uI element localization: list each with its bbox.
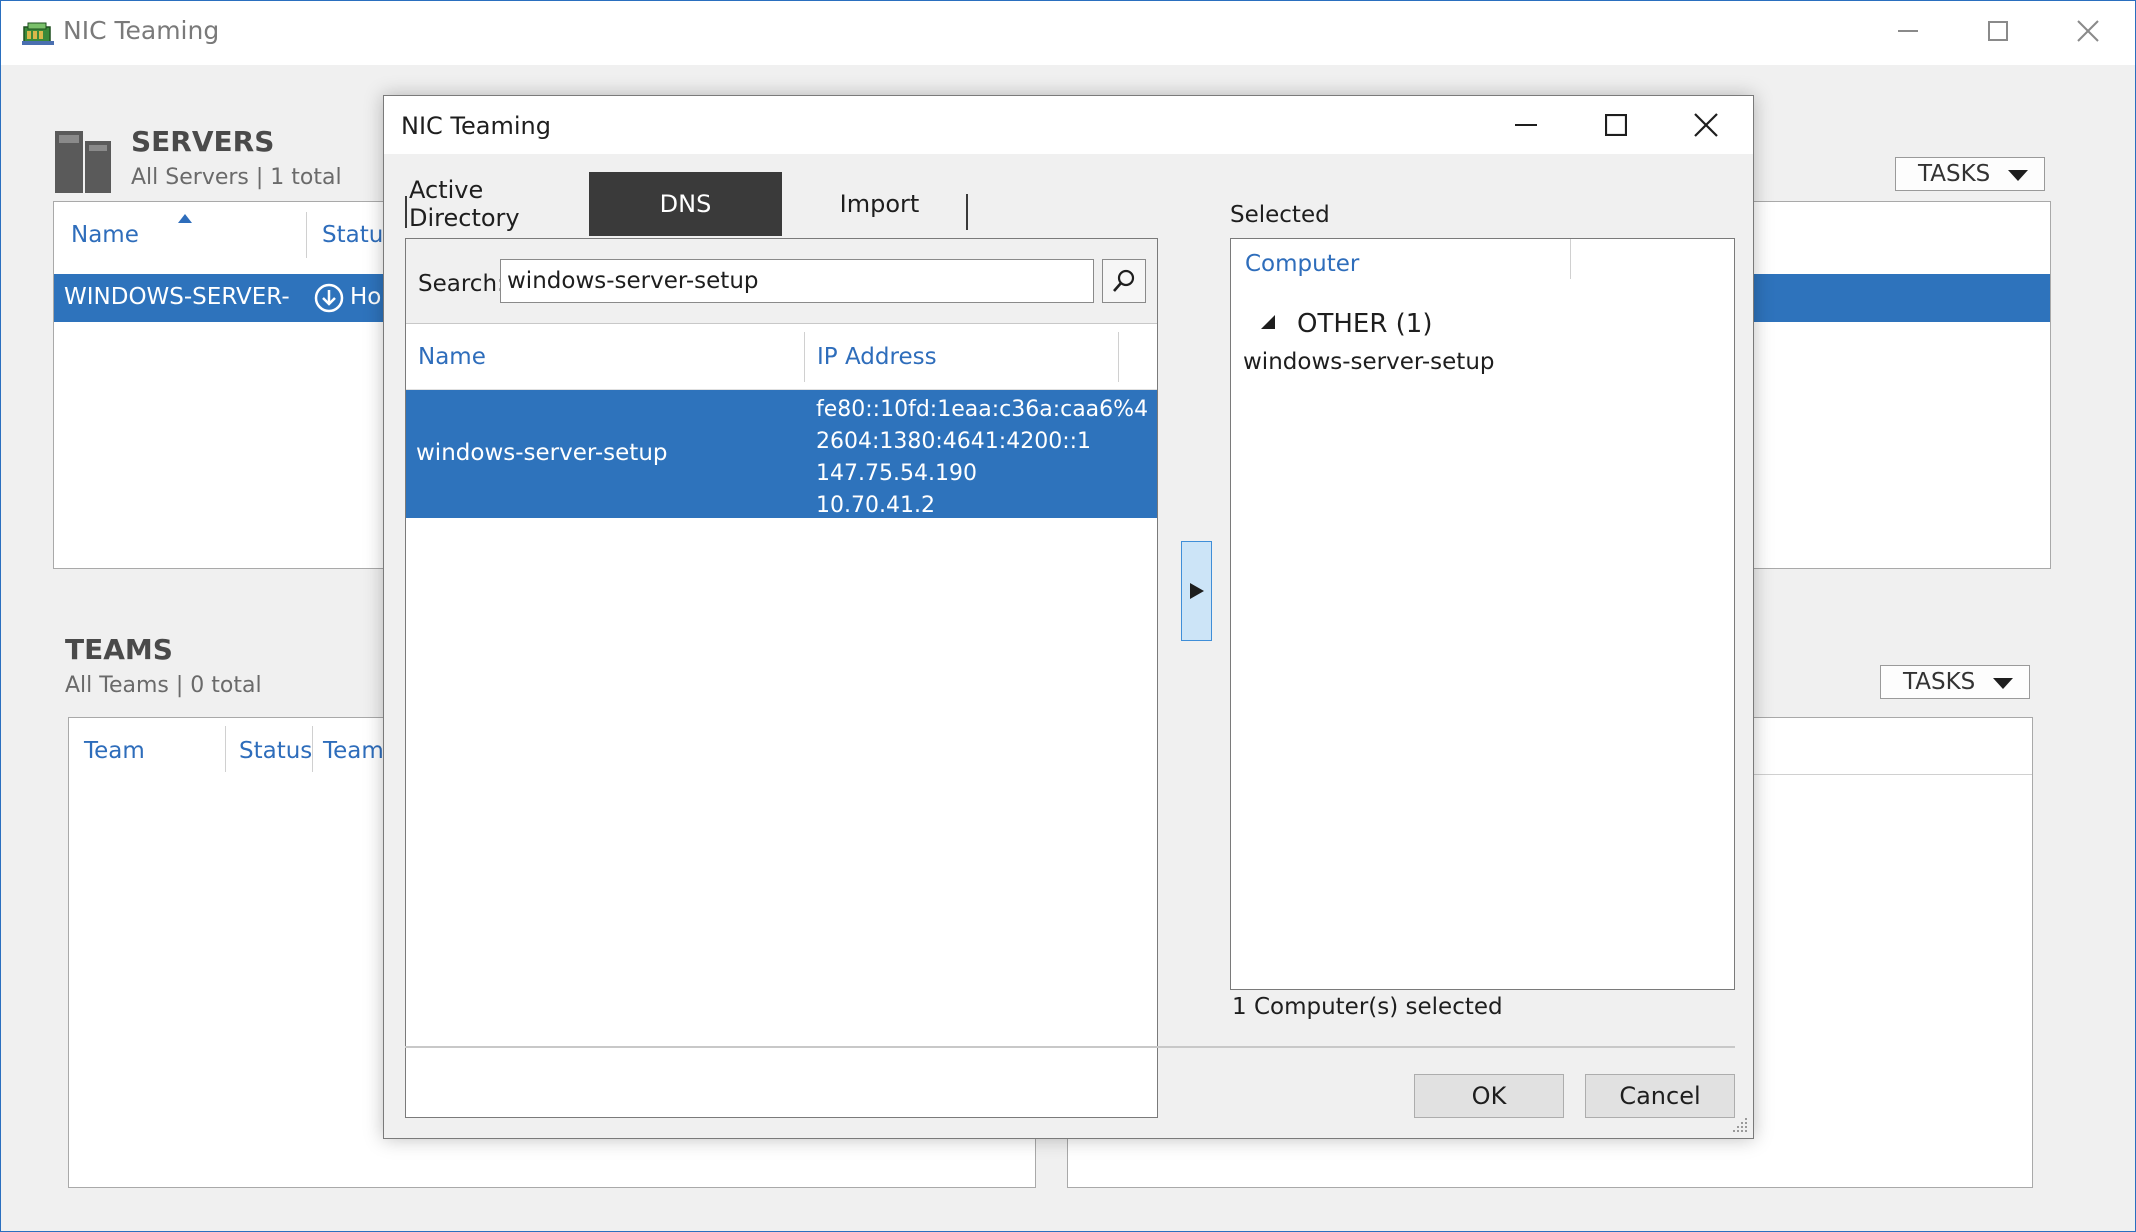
ok-button[interactable]: OK: [1414, 1074, 1564, 1118]
servers-tasks-button[interactable]: TASKS: [1895, 157, 2045, 191]
teams-tasks-button[interactable]: TASKS: [1880, 665, 2030, 699]
close-icon: [1694, 113, 1718, 137]
teams-subtitle: All Teams | 0 total: [65, 673, 262, 698]
chevron-down-icon: [1993, 678, 2013, 689]
dialog-title: NIC Teaming: [401, 112, 551, 140]
sort-ascending-icon: [178, 214, 192, 223]
column-separator: [225, 726, 226, 772]
result-ip: 147.75.54.190: [816, 461, 977, 486]
maximize-button[interactable]: [1953, 1, 2043, 61]
minimize-icon: [1898, 30, 1918, 32]
tasks-label: TASKS: [1903, 669, 1976, 695]
search-label: Search:: [418, 271, 505, 297]
column-separator: [1118, 332, 1119, 382]
tab-import[interactable]: Import: [782, 172, 977, 236]
servers-subtitle: All Servers | 1 total: [131, 165, 342, 190]
tab-separator: [966, 194, 968, 230]
column-separator: [306, 212, 307, 258]
result-ip: fe80::10fd:1eaa:c36a:caa6%4: [816, 397, 1149, 422]
search-icon: [1113, 269, 1135, 292]
maximize-icon: [1605, 114, 1627, 136]
selected-count: 1 Computer(s) selected: [1232, 994, 1503, 1020]
selected-group-label: OTHER (1): [1297, 309, 1433, 339]
selected-col-computer[interactable]: Computer: [1245, 251, 1359, 277]
selected-label: Selected: [1230, 202, 1330, 228]
dialog-titlebar: NIC Teaming: [384, 96, 1753, 154]
search-button[interactable]: [1102, 259, 1146, 303]
online-status-icon: [314, 283, 344, 313]
nic-teaming-app-icon: [22, 22, 54, 45]
server-name: WINDOWS-SERVER-: [64, 284, 290, 310]
server-status: Ho: [350, 284, 382, 310]
search-input[interactable]: [500, 259, 1094, 303]
teams-title: TEAMS: [65, 633, 173, 666]
results-col-name[interactable]: Name: [418, 344, 486, 370]
minimize-icon: [1515, 124, 1537, 126]
search-row: Search:: [406, 239, 1157, 324]
cancel-button[interactable]: Cancel: [1585, 1074, 1735, 1118]
tab-separator: [405, 196, 407, 228]
servers-title: SERVERS: [131, 125, 275, 158]
maximize-icon: [1988, 21, 2008, 41]
close-icon: [2077, 20, 2099, 42]
arrow-right-icon: [1189, 583, 1204, 599]
column-separator: [804, 332, 805, 382]
dns-search-panel: Search: Name IP Address windows-server-s…: [405, 238, 1158, 1118]
dialog-divider: [405, 1046, 1735, 1048]
teams-col-teaming[interactable]: Teami: [323, 738, 390, 764]
close-button[interactable]: [2043, 1, 2133, 61]
column-separator: [1570, 239, 1571, 279]
dialog-minimize-button[interactable]: [1481, 96, 1571, 154]
result-ip-list: fe80::10fd:1eaa:c36a:caa6%4 2604:1380:46…: [816, 394, 1148, 522]
minimize-button[interactable]: [1863, 1, 1953, 61]
results-header: Name IP Address: [406, 324, 1157, 390]
servers-icon: [55, 131, 111, 193]
tab-active-directory[interactable]: Active Directory: [409, 172, 575, 236]
add-servers-dialog: NIC Teaming Active Directory DNS Import …: [383, 95, 1754, 1139]
teams-col-status[interactable]: Status: [239, 738, 312, 764]
add-to-selected-button[interactable]: [1181, 541, 1212, 641]
tab-dns[interactable]: DNS: [589, 172, 782, 236]
servers-col-name[interactable]: Name: [71, 222, 139, 248]
teams-col-team[interactable]: Team: [84, 738, 145, 764]
result-ip: 10.70.41.2: [816, 493, 935, 518]
dialog-maximize-button[interactable]: [1571, 96, 1661, 154]
resize-grip-icon[interactable]: [1731, 1116, 1749, 1134]
window-title: NIC Teaming: [63, 16, 220, 45]
column-separator: [312, 726, 313, 772]
expand-triangle-icon[interactable]: [1261, 315, 1275, 329]
main-titlebar: NIC Teaming: [1, 1, 2135, 65]
dialog-close-button[interactable]: [1661, 96, 1751, 154]
table-row[interactable]: windows-server-setup fe80::10fd:1eaa:c36…: [406, 390, 1157, 518]
result-ip: 2604:1380:4641:4200::1: [816, 429, 1092, 454]
chevron-down-icon: [2008, 170, 2028, 181]
selected-item[interactable]: windows-server-setup: [1243, 349, 1495, 375]
results-col-ip[interactable]: IP Address: [817, 344, 937, 370]
tasks-label: TASKS: [1918, 161, 1991, 187]
result-name: windows-server-setup: [416, 440, 668, 466]
selected-panel: Computer OTHER (1) windows-server-setup: [1230, 238, 1735, 990]
